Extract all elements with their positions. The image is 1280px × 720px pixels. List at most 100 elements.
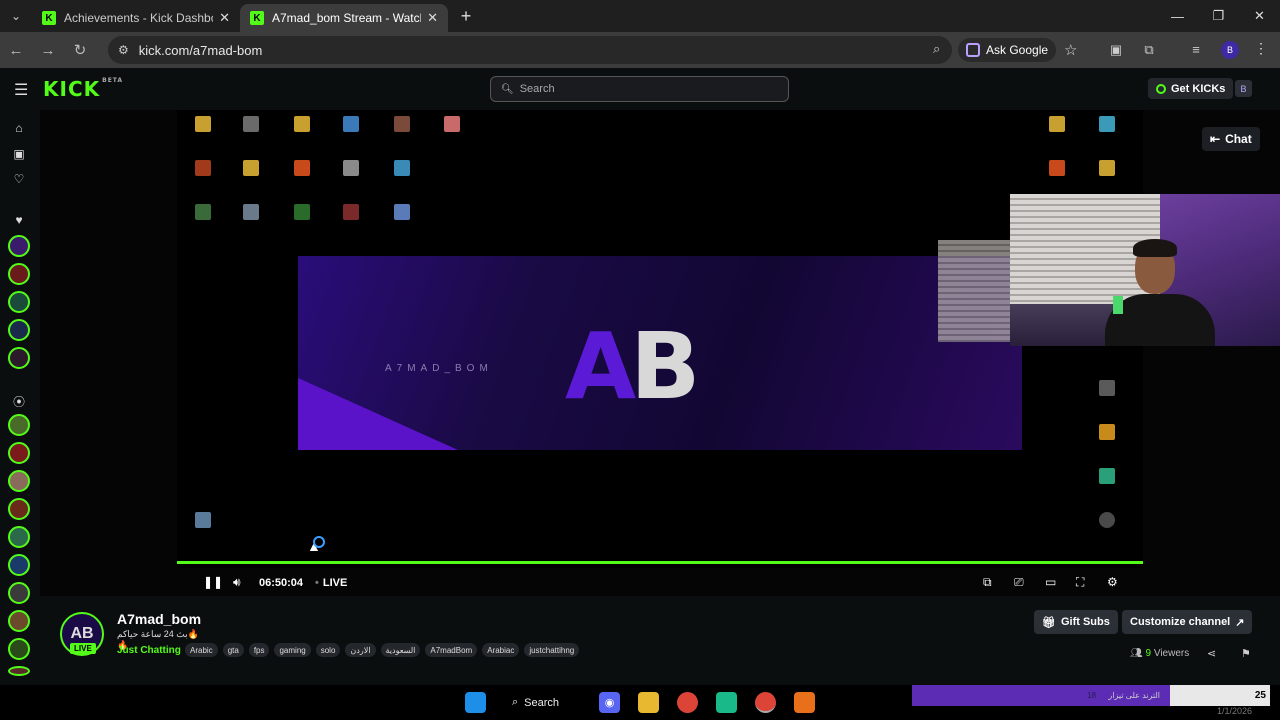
tag[interactable]: Arabic <box>185 643 218 657</box>
customize-channel-label: Customize channel <box>1130 616 1231 628</box>
url-bar[interactable]: ⚙ kick.com/a7mad-bom <box>108 36 952 64</box>
desktop-app-icon <box>294 204 310 220</box>
playback-progress-bar[interactable] <box>177 561 1143 564</box>
tag[interactable]: السعودية <box>380 643 421 657</box>
ask-google-button[interactable]: Ask Google <box>958 38 1057 62</box>
hamburger-menu-icon[interactable]: ☰ <box>14 80 28 100</box>
tag[interactable]: Arabiac <box>482 643 520 657</box>
followed-channel-avatar[interactable] <box>8 291 30 313</box>
taskbar-search[interactable]: ⌕ Search <box>512 692 559 713</box>
stream-category-link[interactable]: Just Chatting <box>117 645 181 656</box>
recommended-section-icon: ⦿ <box>12 395 25 409</box>
tab-list-icon[interactable]: ≡ <box>1188 42 1204 58</box>
home-icon[interactable]: ⌂ <box>11 121 27 135</box>
search-input[interactable]: 🔍︎ Search <box>490 76 789 102</box>
more-menu-icon[interactable]: ⋮ <box>1254 40 1268 57</box>
zoom-search-icon[interactable]: ⌕ <box>933 41 940 57</box>
close-tab-icon[interactable]: ✕ <box>427 10 438 26</box>
site-info-icon[interactable]: ⚙ <box>118 43 129 57</box>
tag[interactable]: gaming <box>274 643 311 657</box>
tab-search-chevron-icon[interactable]: ⌄ <box>0 0 32 32</box>
kick-logo[interactable]: KICK BETA <box>43 77 123 101</box>
recommended-channel-avatar[interactable] <box>8 526 30 548</box>
close-tab-icon[interactable]: ✕ <box>219 10 230 26</box>
recommended-channel-avatar[interactable] <box>8 498 30 520</box>
tag[interactable]: solo <box>315 643 341 657</box>
desktop-app-icon <box>1099 380 1115 396</box>
report-flag-icon[interactable]: ⚑ <box>1241 647 1251 660</box>
profile-avatar[interactable]: B <box>1221 41 1239 59</box>
stream-ticker-overlay: الترند على تيزار 18 <box>912 685 1170 706</box>
channel-name[interactable]: A7mad_bom <box>117 611 201 627</box>
file-explorer-icon[interactable] <box>638 692 659 713</box>
pause-icon[interactable]: ❚❚ <box>203 575 223 589</box>
fullscreen-icon[interactable]: ⛶ <box>1076 575 1084 590</box>
stream-player[interactable]: AB A7MAD_BOM ⇤ Chat ▲ ❚❚ 🔊︎ 06:50:04 LIV… <box>40 110 1280 596</box>
gift-subs-button[interactable]: 🎁︎ Gift Subs <box>1034 610 1118 634</box>
tag[interactable]: fps <box>248 643 270 657</box>
search-placeholder: Search <box>519 83 555 95</box>
app-icon[interactable] <box>794 692 815 713</box>
gift-icon: 🎁︎ <box>1042 616 1056 629</box>
chrome-icon[interactable] <box>677 692 698 713</box>
recommended-channel-avatar[interactable] <box>8 470 30 492</box>
recycle-bin-icon <box>195 512 211 528</box>
recommended-channel-avatar[interactable] <box>8 414 30 436</box>
following-heart-icon[interactable]: ♡ <box>11 172 27 186</box>
recommended-channel-avatar[interactable] <box>8 442 30 464</box>
discord-icon[interactable]: ◉ <box>599 692 620 713</box>
clip-icon[interactable]: ⎚ <box>1014 575 1024 590</box>
tag[interactable]: justchattihng <box>524 643 580 657</box>
share-icon[interactable]: ⋖ <box>1207 647 1216 660</box>
customize-channel-button[interactable]: Customize channel ↗ <box>1122 610 1253 634</box>
followed-channel-avatar[interactable] <box>8 347 30 369</box>
url-text: kick.com/a7mad-bom <box>138 42 263 58</box>
recommended-channel-avatar[interactable] <box>8 666 30 676</box>
forward-icon[interactable]: → <box>32 42 64 59</box>
reload-icon[interactable]: ↻ <box>64 41 96 59</box>
get-kicks-button[interactable]: Get KICKs <box>1148 78 1234 99</box>
close-window-icon[interactable]: ✕ <box>1239 0 1280 32</box>
settings-gear-icon[interactable]: ⚙ <box>1107 575 1118 589</box>
browse-icon[interactable]: ▣ <box>11 147 27 161</box>
desktop-app-icon <box>343 116 359 132</box>
tag[interactable]: gta <box>222 643 244 657</box>
browser-tab-bar: ⌄ K Achievements - Kick Dashboard ✕ K A7… <box>0 0 1280 32</box>
windows-start-icon[interactable] <box>465 692 486 713</box>
desktop-app-icon <box>394 160 410 176</box>
desktop-folder-icon <box>1099 160 1115 176</box>
tag[interactable]: الاردن <box>345 643 376 657</box>
tab-title: A7mad_bom Stream - Watch Live <box>272 11 421 25</box>
volume-icon[interactable]: 🔊︎ <box>233 575 241 590</box>
kick-favicon-icon: K <box>250 11 264 25</box>
chrome-active-icon[interactable] <box>755 692 776 713</box>
kick-header: ☰ KICK BETA 🔍︎ Search Get KICKs B <box>0 68 1280 110</box>
new-tab-button[interactable]: + <box>452 6 480 27</box>
tab-stream[interactable]: K A7mad_bom Stream - Watch Live ✕ <box>240 4 448 32</box>
desktop-app-icon <box>195 160 211 176</box>
extensions-icon[interactable]: ⧉ <box>1141 42 1157 58</box>
user-avatar[interactable]: B <box>1235 80 1252 97</box>
followed-channel-avatar[interactable] <box>8 263 30 285</box>
followed-channel-avatar[interactable] <box>8 319 30 341</box>
recommended-channel-avatar[interactable] <box>8 610 30 632</box>
tag[interactable]: A7madBom <box>425 643 478 657</box>
kick-app-icon[interactable] <box>716 692 737 713</box>
chat-toggle-button[interactable]: ⇤ Chat <box>1202 127 1260 151</box>
bookmark-star-icon[interactable]: ☆ <box>1064 41 1077 59</box>
external-link-icon: ↗ <box>1235 616 1245 629</box>
maximize-icon[interactable]: ❐ <box>1198 0 1239 32</box>
followed-channel-avatar[interactable] <box>8 235 30 257</box>
tab-achievements[interactable]: K Achievements - Kick Dashboard ✕ <box>32 4 240 32</box>
minimize-icon[interactable]: — <box>1157 0 1198 32</box>
recommended-channel-avatar[interactable] <box>8 554 30 576</box>
recommended-channel-avatar[interactable] <box>8 638 30 660</box>
screenshot-extension-icon[interactable]: ▣ <box>1108 42 1124 58</box>
desktop-app-icon <box>195 116 211 132</box>
back-icon[interactable]: ← <box>0 42 32 59</box>
picture-in-picture-icon[interactable]: ⧉ <box>983 575 992 590</box>
webcam-preview-small <box>938 240 1010 342</box>
viewer-count: 👥︎ 9 Viewers <box>1130 648 1189 659</box>
recommended-channel-avatar[interactable] <box>8 582 30 604</box>
theater-mode-icon[interactable]: ▭ <box>1045 575 1056 589</box>
